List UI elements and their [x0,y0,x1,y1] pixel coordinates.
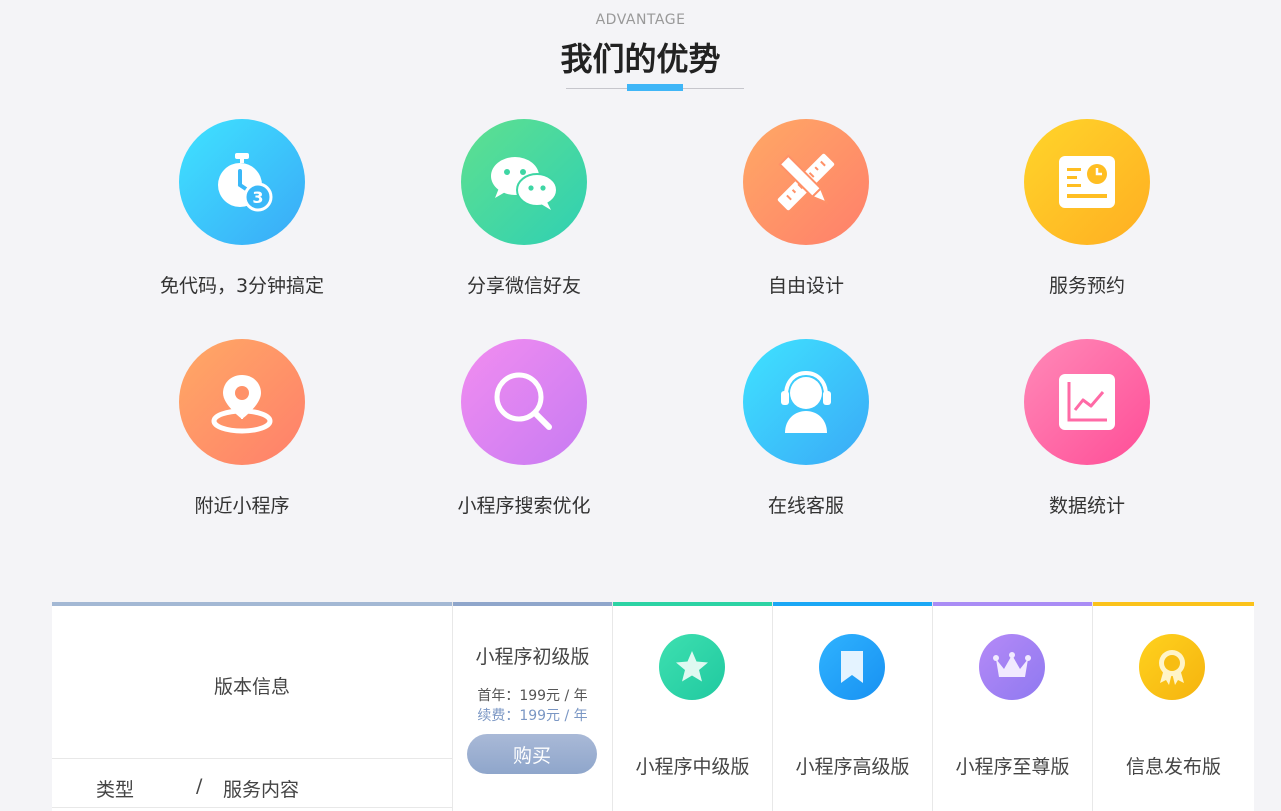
feature-data-statistics[interactable]: 数据统计 [967,339,1207,518]
feature-no-code[interactable]: 3 免代码，3分钟搞定 [122,119,362,298]
feature-service-booking[interactable]: 服务预约 [967,119,1207,298]
column-top-bar [1093,602,1254,606]
plan-name: 小程序中级版 [635,756,750,778]
column-top-bar [773,602,932,606]
feature-label: 小程序搜索优化 [457,495,591,517]
section-subtitle: ADVANTAGE [595,12,686,28]
column-top-bar [52,602,452,606]
feature-label: 自由设计 [767,275,844,297]
feature-label: 在线客服 [767,495,844,517]
feature-search-optimization[interactable]: 小程序搜索优化 [404,339,644,518]
slash-separator: / [196,775,203,797]
search-icon [461,339,587,465]
plan-name: 小程序高级版 [795,756,910,778]
star-icon [659,634,725,700]
column-top-bar [613,602,772,606]
version-info-column: 版本信息 类型 / 服务内容 [52,602,453,811]
first-year-price: 首年：199元 / 年 [477,688,588,704]
svg-text:3: 3 [252,188,263,207]
ruler-pencil-icon [743,119,869,245]
type-service-row: 类型 / 服务内容 [52,758,452,808]
plan-name: 小程序初级版 [475,646,590,668]
renewal-price: 续费：199元 / 年 [477,708,588,724]
feature-label: 数据统计 [1048,495,1125,517]
feature-label: 服务预约 [1048,275,1125,297]
feature-free-design[interactable]: 自由设计 [686,119,926,298]
service-label: 服务内容 [223,779,300,801]
schedule-card-icon [1024,119,1150,245]
customer-service-icon [743,339,869,465]
feature-label: 分享微信好友 [466,275,581,297]
plan-name: 小程序至尊版 [955,756,1070,778]
plan-column-supreme: 小程序至尊版 [933,602,1093,811]
plan-name: 信息发布版 [1125,756,1221,778]
title-accent-bar [627,84,683,91]
feature-label: 附近小程序 [194,495,290,517]
crown-icon [979,634,1045,700]
location-pin-icon [179,339,305,465]
wechat-icon [461,119,587,245]
feature-share-wechat[interactable]: 分享微信好友 [404,119,644,298]
feature-nearby-miniprogram[interactable]: 附近小程序 [122,339,362,518]
plan-column-basic: 小程序初级版 首年：199元 / 年 续费：199元 / 年 购买 [453,602,613,811]
version-info-label: 版本信息 [213,676,290,698]
section-title: 我们的优势 [560,40,721,78]
column-top-bar [453,602,612,606]
plan-column-info-publish: 信息发布版 [1093,602,1254,811]
plan-column-advanced: 小程序高级版 [773,602,933,811]
feature-label: 免代码，3分钟搞定 [159,275,325,297]
buy-button[interactable]: 购买 [467,734,597,774]
type-label: 类型 [96,779,135,801]
medal-icon [1139,634,1205,700]
line-chart-icon [1024,339,1150,465]
column-top-bar [933,602,1092,606]
bookmark-icon [819,634,885,700]
pricing-table: 版本信息 类型 / 服务内容 小程序初级版 首年：199元 / 年 续费：199… [52,602,1254,811]
stopwatch-icon: 3 [179,119,305,245]
plan-column-intermediate: 小程序中级版 [613,602,773,811]
feature-online-service[interactable]: 在线客服 [686,339,926,518]
